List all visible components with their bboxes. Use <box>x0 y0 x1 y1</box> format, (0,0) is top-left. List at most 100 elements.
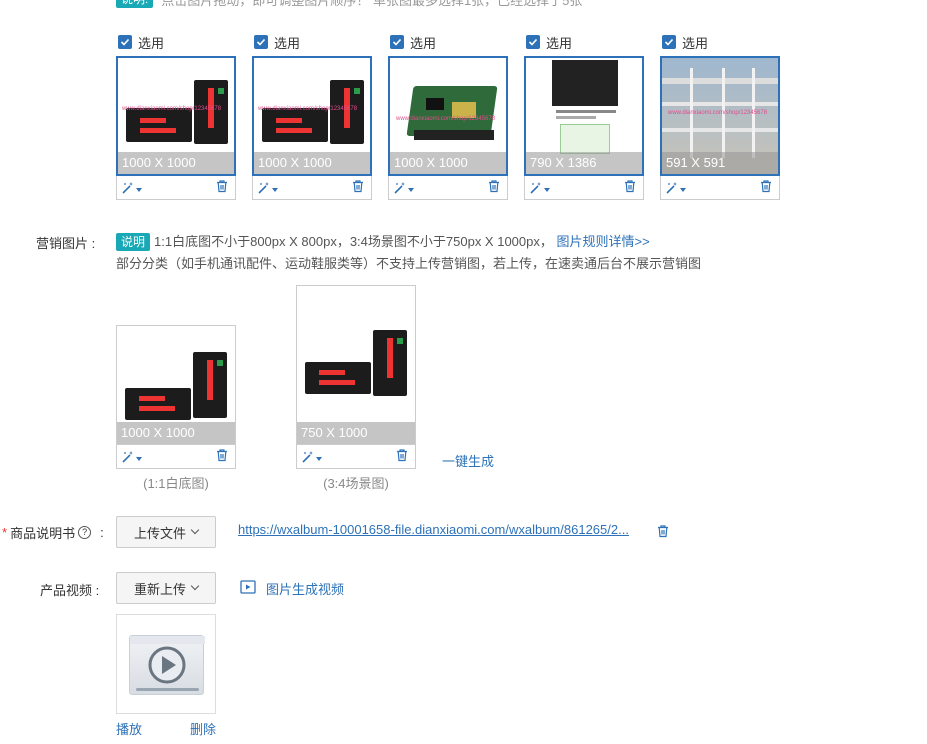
chevron-down-icon[interactable] <box>136 187 142 192</box>
hint-text: 点击图片拖动，即可调整图片顺序！ 单张图最多选择1张，已经选择了5张 <box>161 0 583 8</box>
trash-icon[interactable] <box>351 179 365 196</box>
chevron-down-icon <box>190 525 200 535</box>
magic-wand-icon[interactable] <box>301 450 322 464</box>
chevron-down-icon[interactable] <box>680 187 686 192</box>
chevron-down-icon[interactable] <box>316 456 322 461</box>
image-order-hint: 说明: 点击图片拖动，即可调整图片顺序！ 单张图最多选择1张，已经选择了5张 <box>116 0 583 8</box>
checkbox-checked-icon[interactable] <box>254 35 268 49</box>
magic-wand-icon[interactable] <box>257 181 278 195</box>
marketing-image-square[interactable]: 1000 X 1000 (1:1白底图) <box>116 325 236 492</box>
select-label: 选用 <box>138 35 165 51</box>
select-checkbox-row[interactable]: 选用 <box>662 32 780 52</box>
note-line-1: 1:1白底图不小于800px X 800px，3:4场景图不小于750px X … <box>154 234 553 249</box>
select-checkbox-row[interactable]: 选用 <box>526 32 644 52</box>
image-size-label: 1000 X 1000 <box>117 422 235 444</box>
chevron-down-icon[interactable] <box>136 456 142 461</box>
image-caption: (3:4场景图) <box>323 476 389 491</box>
marketing-images-label: 营销图片 : <box>36 236 96 251</box>
watermark-text: www.dianxiaomi.com/shop/12345678 <box>122 106 222 112</box>
chevron-down-icon <box>190 581 200 591</box>
image-size-label: 1000 X 1000 <box>118 152 234 174</box>
marketing-image[interactable]: 1000 X 1000 <box>116 325 236 445</box>
product-image-grid: 选用 www.dianxiaomi.com/shop/12345678 1000… <box>116 32 780 200</box>
checkbox-checked-icon[interactable] <box>526 35 540 49</box>
watermark-text: www.dianxiaomi.com/shop/12345678 <box>668 110 768 116</box>
product-image[interactable]: www.dianxiaomi.com/shop/12345678 1000 X … <box>252 56 372 176</box>
image-card[interactable]: 选用 790 X 1386 <box>524 32 644 200</box>
select-checkbox-row[interactable]: 选用 <box>254 32 372 52</box>
trash-icon[interactable] <box>215 179 229 196</box>
play-link[interactable]: 播放 <box>116 719 142 738</box>
chevron-down-icon[interactable] <box>408 187 414 192</box>
hint-badge: 说明: <box>116 0 154 8</box>
product-image[interactable]: 790 X 1386 <box>524 56 644 176</box>
magic-wand-icon[interactable] <box>529 181 550 195</box>
checkbox-checked-icon[interactable] <box>118 35 132 49</box>
upload-file-button[interactable]: 上传文件 <box>116 516 216 548</box>
select-checkbox-row[interactable]: 选用 <box>390 32 508 52</box>
trash-icon[interactable] <box>487 179 501 196</box>
marketing-image[interactable]: 750 X 1000 <box>296 285 416 445</box>
image-toolbar <box>116 176 236 200</box>
help-icon[interactable]: ? <box>78 526 92 539</box>
reupload-button[interactable]: 重新上传 <box>116 572 216 604</box>
image-rules-link[interactable]: 图片规则详情>> <box>556 234 649 249</box>
image-size-label: 1000 X 1000 <box>390 152 506 174</box>
product-image[interactable]: www.dianxiaomi.com/shop/12345678 1000 X … <box>116 56 236 176</box>
video-thumbnail[interactable] <box>116 614 216 714</box>
trash-icon[interactable] <box>759 179 773 196</box>
required-mark: * <box>2 525 8 540</box>
magic-wand-icon[interactable] <box>121 181 142 195</box>
select-checkbox-row[interactable]: 选用 <box>118 32 236 52</box>
select-label: 选用 <box>410 35 437 51</box>
checkbox-checked-icon[interactable] <box>390 35 404 49</box>
image-card[interactable]: 选用 www.dianxiaomi.com/shop/12345678 1000… <box>388 32 508 200</box>
magic-wand-icon[interactable] <box>393 181 414 195</box>
image-toolbar <box>252 176 372 200</box>
manual-colon: : <box>100 525 104 540</box>
magic-wand-icon[interactable] <box>121 450 142 464</box>
one-click-generate-link[interactable]: 一键生成 <box>442 451 494 470</box>
trash-icon[interactable] <box>623 179 637 196</box>
image-size-label: 750 X 1000 <box>297 422 415 444</box>
watermark-text: www.dianxiaomi.com/shop/12345678 <box>258 106 358 112</box>
marketing-note: 说明 1:1白底图不小于800px X 800px，3:4场景图不小于750px … <box>116 231 736 275</box>
image-size-label: 790 X 1386 <box>526 152 642 174</box>
image-card[interactable]: 选用 www.dianxiaomi.com/shop/12345678 591 … <box>660 32 780 200</box>
trash-icon[interactable] <box>215 448 229 465</box>
checkbox-checked-icon[interactable] <box>662 35 676 49</box>
product-image[interactable]: www.dianxiaomi.com/shop/12345678 591 X 5… <box>660 56 780 176</box>
manual-label: * 商品说明书 ? : <box>2 523 104 542</box>
image-size-label: 1000 X 1000 <box>254 152 370 174</box>
upload-file-label: 上传文件 <box>133 525 186 541</box>
product-video-label: 产品视频 : <box>40 583 100 598</box>
trash-icon[interactable] <box>395 448 409 465</box>
generate-video-label: 图片生成视频 <box>266 582 345 597</box>
marketing-image-portrait[interactable]: 750 X 1000 (3:4场景图) <box>296 285 416 492</box>
select-label: 选用 <box>274 35 301 51</box>
trash-icon[interactable] <box>656 524 670 541</box>
chevron-down-icon[interactable] <box>272 187 278 192</box>
image-toolbar <box>524 176 644 200</box>
chevron-down-icon[interactable] <box>544 187 550 192</box>
watermark-text: www.dianxiaomi.com/shop/12345678 <box>396 116 496 122</box>
reupload-label: 重新上传 <box>133 581 186 597</box>
generate-video-link[interactable]: 图片生成视频 <box>240 579 344 598</box>
manual-file-link[interactable]: https://wxalbum-10001658-file.dianxiaomi… <box>238 522 629 537</box>
image-card[interactable]: 选用 www.dianxiaomi.com/shop/12345678 1000… <box>252 32 372 200</box>
video-player-preview <box>129 635 205 695</box>
play-icon <box>130 636 205 691</box>
select-label: 选用 <box>546 35 573 51</box>
image-toolbar <box>296 445 416 469</box>
image-caption: (1:1白底图) <box>143 476 209 491</box>
film-icon <box>240 580 256 597</box>
image-card[interactable]: 选用 www.dianxiaomi.com/shop/12345678 1000… <box>116 32 236 200</box>
manual-label-text: 商品说明书 <box>10 526 76 541</box>
image-size-label: 591 X 591 <box>662 152 778 174</box>
product-image[interactable]: www.dianxiaomi.com/shop/12345678 1000 X … <box>388 56 508 176</box>
magic-wand-icon[interactable] <box>665 181 686 195</box>
delete-link[interactable]: 删除 <box>190 719 216 738</box>
image-toolbar <box>388 176 508 200</box>
note-badge: 说明 <box>116 233 151 251</box>
image-toolbar <box>116 445 236 469</box>
